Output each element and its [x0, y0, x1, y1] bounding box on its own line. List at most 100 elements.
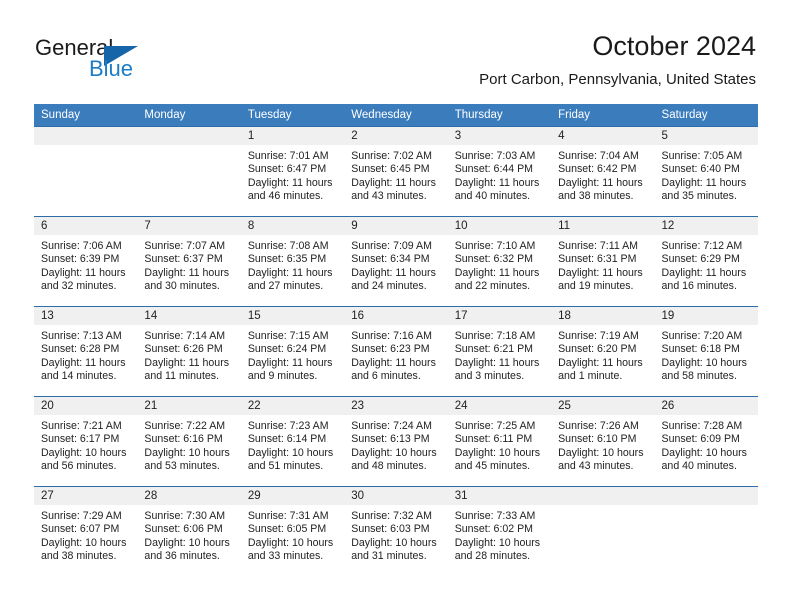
day-details: Sunrise: 7:21 AM Sunset: 6:17 PM Daylight:…: [34, 415, 137, 474]
day-details: Sunrise: 7:12 AM Sunset: 6:29 PM Daylight:…: [655, 235, 758, 294]
daylight-text: Daylight: 11 hours and 22 minutes.: [454, 266, 540, 293]
calendar-day-cell[interactable]: 18 Sunrise: 7:19 AM Sunset: 6:20 PM Dayligh…: [551, 306, 655, 397]
weekday-header-row: Sunday Monday Tuesday Wednesday Thursday Frid…: [34, 104, 758, 127]
calendar-day-cell[interactable]: 24 Sunrise: 7:25 AM Sunset: 6:11 PM Dayligh…: [447, 396, 552, 487]
day-number: 2: [344, 127, 448, 145]
day-details: Sunrise: 7:07 AM Sunset: 6:37 PM Daylight:…: [137, 235, 240, 294]
sunset-text: Sunset: 6:35 PM: [247, 253, 327, 266]
day-details: Sunrise: 7:14 AM Sunset: 6:26 PM Daylight:…: [137, 325, 240, 384]
daylight-text: Daylight: 11 hours and 19 minutes.: [558, 266, 643, 293]
daylight-text: Daylight: 11 hours and 11 minutes.: [144, 356, 230, 383]
day-details: Sunrise: 7:31 AM Sunset: 6:05 PM Daylight:…: [241, 505, 344, 564]
sunset-text: Sunset: 6:42 PM: [558, 163, 637, 176]
day-number: [137, 127, 241, 145]
day-details: Sunrise: 7:26 AM Sunset: 6:10 PM Daylight:…: [551, 415, 654, 474]
day-number: 17: [447, 307, 552, 325]
calendar-day-cell[interactable]: 25 Sunrise: 7:26 AM Sunset: 6:10 PM Dayligh…: [551, 396, 655, 487]
day-details: Sunrise: 7:23 AM Sunset: 6:14 PM Daylight:…: [241, 415, 344, 474]
sunset-text: Sunset: 6:11 PM: [454, 433, 533, 446]
calendar-day-cell[interactable]: 27 Sunrise: 7:29 AM Sunset: 6:07 PM Dayligh…: [34, 486, 138, 577]
sunset-text: Sunset: 6:03 PM: [351, 523, 430, 536]
sunset-text: Sunset: 6:16 PM: [144, 433, 223, 446]
calendar-day-cell[interactable]: 6 Sunrise: 7:06 AM Sunset: 6:39 PM Daylight…: [34, 216, 138, 307]
daylight-text: Daylight: 10 hours and 45 minutes.: [454, 446, 541, 473]
calendar-body: 1 Sunrise: 7:01 AM Sunset: 6:47 PM Daylight…: [34, 126, 758, 577]
day-details: Sunrise: 7:03 AM Sunset: 6:44 PM Daylight:…: [448, 145, 551, 204]
calendar-day-cell[interactable]: 5 Sunrise: 7:05 AM Sunset: 6:40 PM Daylight…: [654, 126, 758, 217]
calendar-day-cell[interactable]: 11 Sunrise: 7:11 AM Sunset: 6:31 PM Dayligh…: [551, 216, 655, 307]
weekday-header-wednesday: Wednesday: [344, 104, 448, 127]
sunset-text: Sunset: 6:44 PM: [454, 163, 534, 176]
day-number: 19: [654, 307, 758, 325]
calendar-day-cell[interactable]: 4 Sunrise: 7:04 AM Sunset: 6:42 PM Daylight…: [551, 126, 655, 217]
calendar-day-cell[interactable]: 10 Sunrise: 7:10 AM Sunset: 6:32 PM Dayligh…: [447, 216, 552, 307]
sunrise-text: Sunrise: 7:21 AM: [41, 420, 122, 432]
day-number: 14: [137, 307, 241, 325]
calendar-day-cell[interactable]: 3 Sunrise: 7:03 AM Sunset: 6:44 PM Daylight…: [447, 126, 552, 217]
calendar-day-cell[interactable]: 30 Sunrise: 7:32 AM Sunset: 6:03 PM Dayligh…: [344, 486, 448, 577]
sunrise-text: Sunrise: 7:04 AM: [558, 150, 639, 162]
calendar-day-cell[interactable]: 19 Sunrise: 7:20 AM Sunset: 6:18 PM Dayligh…: [654, 306, 758, 397]
calendar-day-cell[interactable]: 14 Sunrise: 7:14 AM Sunset: 6:26 PM Dayligh…: [137, 306, 241, 397]
calendar-day-cell[interactable]: 29 Sunrise: 7:31 AM Sunset: 6:05 PM Dayligh…: [240, 486, 345, 577]
day-details: Sunrise: 7:10 AM Sunset: 6:32 PM Daylight:…: [448, 235, 551, 294]
day-details: Sunrise: 7:13 AM Sunset: 6:28 PM Daylight:…: [34, 325, 137, 384]
sunrise-text: Sunrise: 7:01 AM: [247, 150, 329, 162]
calendar-header-row: Sunday Monday Tuesday Wednesday Thursday Frid…: [34, 104, 758, 127]
day-details: Sunrise: 7:22 AM Sunset: 6:16 PM Daylight:…: [137, 415, 240, 474]
calendar-week-row: 1 Sunrise: 7:01 AM Sunset: 6:47 PM Daylight…: [34, 126, 758, 217]
sunset-text: Sunset: 6:18 PM: [661, 343, 740, 356]
calendar-day-cell[interactable]: 2 Sunrise: 7:02 AM Sunset: 6:45 PM Daylight…: [344, 126, 448, 217]
calendar-day-cell[interactable]: 21 Sunrise: 7:22 AM Sunset: 6:16 PM Dayligh…: [137, 396, 241, 487]
calendar-day-cell[interactable]: 16 Sunrise: 7:16 AM Sunset: 6:23 PM Dayligh…: [344, 306, 448, 397]
calendar-day-cell[interactable]: 28 Sunrise: 7:30 AM Sunset: 6:06 PM Dayligh…: [137, 486, 241, 577]
sunset-text: Sunset: 6:39 PM: [41, 253, 120, 266]
sunset-text: Sunset: 6:23 PM: [351, 343, 430, 356]
day-number: 8: [240, 217, 345, 235]
day-number: [34, 127, 138, 145]
day-number: 13: [34, 307, 138, 325]
sunset-text: Sunset: 6:06 PM: [144, 523, 223, 536]
calendar-day-cell[interactable]: 22 Sunrise: 7:23 AM Sunset: 6:14 PM Dayligh…: [240, 396, 345, 487]
weekday-header-tuesday: Tuesday: [240, 104, 345, 127]
calendar-day-cell[interactable]: 31 Sunrise: 7:33 AM Sunset: 6:02 PM Dayligh…: [447, 486, 552, 577]
calendar-day-cell[interactable]: 1 Sunrise: 7:01 AM Sunset: 6:47 PM Daylight…: [240, 126, 345, 217]
weekday-header-sunday: Sunday: [34, 104, 138, 127]
daylight-text: Daylight: 10 hours and 51 minutes.: [247, 446, 334, 473]
generalblue-logo[interactable]: General Blue: [35, 36, 215, 86]
daylight-text: Daylight: 10 hours and 40 minutes.: [661, 446, 747, 473]
calendar-day-cell[interactable]: 23 Sunrise: 7:24 AM Sunset: 6:13 PM Dayligh…: [344, 396, 448, 487]
daylight-text: Daylight: 11 hours and 38 minutes.: [558, 176, 643, 203]
sunset-text: Sunset: 6:26 PM: [144, 343, 223, 356]
page-subtitle: Port Carbon, Pennsylvania, United States: [479, 71, 756, 88]
calendar-day-cell[interactable]: 20 Sunrise: 7:21 AM Sunset: 6:17 PM Dayligh…: [34, 396, 138, 487]
calendar-day-cell[interactable]: 15 Sunrise: 7:15 AM Sunset: 6:24 PM Dayligh…: [240, 306, 345, 397]
sunrise-sunset-calendar: Sunday Monday Tuesday Wednesday Thursday Frid…: [34, 104, 758, 577]
daylight-text: Daylight: 10 hours and 33 minutes.: [247, 536, 334, 563]
sunrise-text: Sunrise: 7:31 AM: [247, 510, 329, 522]
calendar-day-cell[interactable]: 12 Sunrise: 7:12 AM Sunset: 6:29 PM Dayligh…: [654, 216, 758, 307]
day-number: 4: [551, 127, 655, 145]
day-details: Sunrise: 7:32 AM Sunset: 6:03 PM Daylight:…: [344, 505, 447, 564]
sunrise-text: Sunrise: 7:20 AM: [661, 330, 743, 342]
calendar-day-cell[interactable]: 26 Sunrise: 7:28 AM Sunset: 6:09 PM Dayligh…: [654, 396, 758, 487]
sunrise-text: Sunrise: 7:29 AM: [41, 510, 122, 522]
daylight-text: Daylight: 11 hours and 24 minutes.: [351, 266, 436, 293]
sunrise-text: Sunrise: 7:03 AM: [454, 150, 536, 162]
calendar-day-cell[interactable]: 7 Sunrise: 7:07 AM Sunset: 6:37 PM Daylight…: [137, 216, 241, 307]
day-details: Sunrise: 7:28 AM Sunset: 6:09 PM Daylight:…: [655, 415, 758, 474]
calendar-day-cell[interactable]: 13 Sunrise: 7:13 AM Sunset: 6:28 PM Dayligh…: [34, 306, 138, 397]
sunrise-text: Sunrise: 7:10 AM: [454, 240, 536, 252]
calendar-day-cell[interactable]: 17 Sunrise: 7:18 AM Sunset: 6:21 PM Dayligh…: [447, 306, 552, 397]
sunrise-text: Sunrise: 7:07 AM: [144, 240, 226, 252]
calendar-day-cell[interactable]: 9 Sunrise: 7:09 AM Sunset: 6:34 PM Daylight…: [344, 216, 448, 307]
day-number: 21: [137, 397, 241, 415]
daylight-text: Daylight: 11 hours and 43 minutes.: [351, 176, 436, 203]
day-details: Sunrise: 7:06 AM Sunset: 6:39 PM Daylight:…: [34, 235, 137, 294]
daylight-text: Daylight: 10 hours and 58 minutes.: [661, 356, 747, 383]
daylight-text: Daylight: 11 hours and 1 minute.: [558, 356, 643, 383]
daylight-text: Daylight: 11 hours and 30 minutes.: [144, 266, 230, 293]
sunrise-text: Sunrise: 7:18 AM: [454, 330, 536, 342]
logo-text-blue: Blue: [89, 56, 134, 81]
calendar-day-cell[interactable]: 8 Sunrise: 7:08 AM Sunset: 6:35 PM Daylight…: [240, 216, 345, 307]
